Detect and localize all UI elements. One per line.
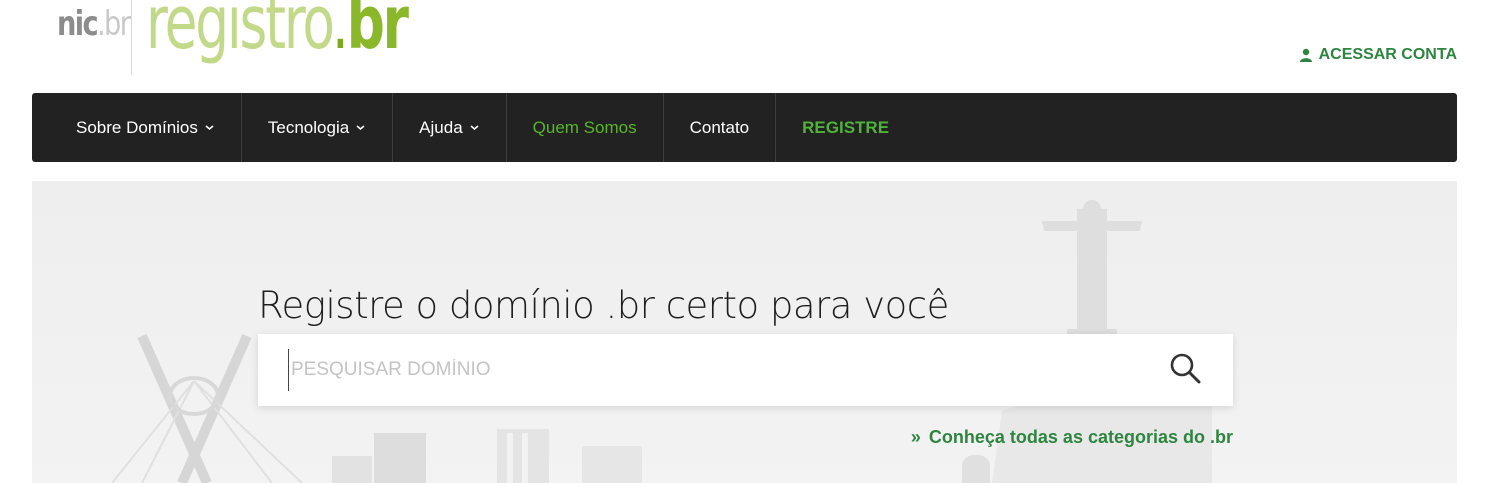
registro-br-logo[interactable]: registro.br [146, 0, 409, 60]
nic-logo-text: nic [57, 4, 99, 44]
chevron-down-icon [470, 125, 479, 131]
nav-item-sobre-dominios[interactable]: Sobre Domínios [32, 93, 242, 162]
registro-logo-text: registro [146, 0, 334, 66]
nav-item-contato[interactable]: Contato [664, 93, 777, 162]
chevron-down-icon [205, 125, 214, 131]
registro-logo-br: br [346, 0, 409, 66]
raquo-icon: » [910, 427, 921, 447]
nav-item-quem-somos[interactable]: Quem Somos [507, 93, 664, 162]
nav-item-label: Sobre Domínios [76, 117, 198, 137]
categories-link-label: Conheça todas as categorias do .br [928, 427, 1233, 447]
registro-logo-dot: . [331, 0, 349, 66]
domain-search-box [258, 334, 1233, 406]
account-label: ACESSAR CONTA [1318, 46, 1457, 63]
hero-title: Registre o domínio .br certo para você [258, 283, 949, 327]
chevron-down-icon [356, 125, 365, 131]
nav-item-tecnologia[interactable]: Tecnologia [242, 93, 394, 162]
search-icon[interactable] [1169, 352, 1203, 386]
nav-item-label: Ajuda [419, 117, 463, 137]
nic-logo-br: .br [97, 4, 131, 44]
main-nav: Sobre Domínios Tecnologia Ajuda Quem Som… [32, 93, 1457, 162]
skyline-illustration [111, 200, 1212, 483]
account-link[interactable]: ACESSAR CONTA [1299, 46, 1457, 64]
nav-item-label: Quem Somos [532, 117, 637, 137]
hero-section: Registre o domínio .br certo para você »… [32, 181, 1457, 483]
categories-link[interactable]: » Conheça todas as categorias do .br [911, 427, 1233, 448]
nav-item-label: REGISTRE [802, 117, 890, 137]
domain-search-input[interactable] [288, 349, 1153, 391]
nic-br-logo[interactable]: nic.br [57, 4, 131, 44]
logo-divider [131, 0, 132, 75]
user-icon [1299, 48, 1312, 62]
nav-item-ajuda[interactable]: Ajuda [393, 93, 507, 162]
site-header: nic.br registro.br ACESSAR CONTA [0, 0, 1489, 93]
nav-item-label: Tecnologia [267, 117, 350, 137]
nav-item-registre[interactable]: REGISTRE [776, 93, 915, 162]
nav-item-label: Contato [689, 117, 750, 137]
